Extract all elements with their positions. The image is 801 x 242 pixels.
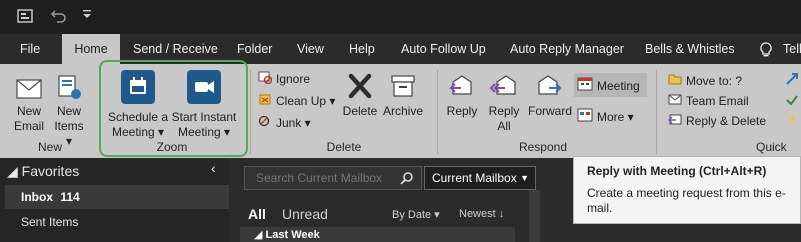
reply-label: Reply bbox=[446, 104, 478, 118]
tab-auto-follow-up[interactable]: Auto Follow Up bbox=[401, 34, 486, 64]
new-items-icon bbox=[58, 75, 81, 99]
junk-label: Junk ▾ bbox=[276, 116, 311, 130]
separator bbox=[250, 70, 251, 154]
tab-view[interactable]: View bbox=[297, 34, 324, 64]
new-email-label-2: Email bbox=[13, 119, 44, 133]
collapse-pane-icon[interactable]: ‹ bbox=[211, 160, 216, 176]
reply-icon bbox=[449, 75, 472, 95]
delete-button[interactable]: Delete bbox=[340, 72, 380, 119]
group-label-zoom: Zoom bbox=[156, 140, 188, 154]
junk-button[interactable]: Junk ▾ bbox=[258, 113, 311, 133]
start-instant-meeting-button[interactable]: Start Instant Meeting ▾ bbox=[170, 70, 238, 140]
video-camera-icon bbox=[187, 70, 221, 104]
reply-all-icon bbox=[489, 75, 516, 95]
reply-all-button[interactable]: Reply All bbox=[486, 72, 522, 134]
meeting-label: Meeting bbox=[597, 79, 640, 94]
schedule-meeting-button[interactable]: Schedule a Meeting ▾ bbox=[105, 70, 171, 140]
reply-delete-icon bbox=[667, 112, 682, 132]
delete-label: Delete bbox=[342, 104, 378, 118]
ignore-button[interactable]: Ignore bbox=[258, 69, 310, 89]
separator bbox=[656, 70, 657, 154]
reply-delete-label: Reply & Delete bbox=[686, 114, 767, 128]
new-email-label-1: New bbox=[16, 104, 41, 118]
tooltip-title: Reply with Meeting (Ctrl+Alt+R) bbox=[587, 164, 767, 178]
new-email-button[interactable]: New Email bbox=[10, 72, 48, 134]
sort-by-dropdown[interactable]: By Date ▾ bbox=[392, 208, 440, 221]
chevron-down-icon: ▼ bbox=[520, 173, 529, 183]
calendar-icon bbox=[121, 70, 155, 104]
tooltip: Reply with Meeting (Ctrl+Alt+R) Create a… bbox=[573, 156, 801, 224]
search-scope-dropdown[interactable]: Current Mailbox ▼ bbox=[424, 166, 536, 190]
group-header-last-week[interactable]: ◢ Last Week bbox=[240, 227, 515, 242]
group-label-respond: Respond bbox=[518, 140, 568, 154]
group-label-delete: Delete bbox=[326, 140, 362, 154]
new-items-button[interactable]: New Items ▾ bbox=[50, 72, 88, 149]
lightbulb-icon[interactable] bbox=[759, 34, 773, 64]
filter-all[interactable]: All bbox=[248, 206, 266, 222]
clean-up-button[interactable]: Clean Up ▾ bbox=[258, 91, 335, 111]
search-icon[interactable] bbox=[400, 171, 414, 188]
filter-unread[interactable]: Unread bbox=[282, 206, 328, 222]
tooltip-body: Create a meeting request from this e-mai… bbox=[587, 186, 786, 215]
inbox-unread-count: 114 bbox=[60, 190, 80, 204]
reply-all-label-1: Reply bbox=[488, 104, 520, 118]
ignore-label: Ignore bbox=[276, 72, 311, 86]
inbox-label: Inbox bbox=[21, 190, 53, 204]
tab-tell-me[interactable]: Tell bbox=[783, 34, 801, 64]
schedule-meeting-label-1: Schedule a bbox=[107, 110, 169, 124]
start-instant-meeting-label-2: Meeting ▾ bbox=[177, 125, 231, 139]
favorites-header[interactable]: ◢ Favorites bbox=[7, 163, 79, 180]
undo-icon[interactable] bbox=[50, 7, 67, 28]
tab-file[interactable]: File bbox=[20, 34, 40, 64]
quick-step-new-icon[interactable] bbox=[785, 113, 799, 130]
forward-button[interactable]: Forward bbox=[526, 72, 574, 119]
reply-all-label-2: All bbox=[497, 119, 511, 133]
forward-label: Forward bbox=[527, 104, 572, 118]
meeting-button[interactable]: Meeting bbox=[577, 76, 640, 96]
forward-icon bbox=[538, 75, 562, 95]
sort-order-toggle[interactable]: Newest ↓ bbox=[459, 208, 504, 220]
group-label-new: New bbox=[37, 140, 62, 154]
folder-icon bbox=[668, 72, 682, 92]
junk-icon bbox=[258, 114, 272, 134]
start-instant-meeting-label-1: Start Instant bbox=[171, 110, 237, 124]
ignore-icon bbox=[258, 70, 273, 90]
quick-step-done-icon[interactable] bbox=[785, 93, 799, 110]
clean-up-label: Clean Up ▾ bbox=[276, 94, 336, 108]
folder-sent-items[interactable]: Sent Items bbox=[21, 215, 78, 229]
schedule-meeting-label-2: Meeting ▾ bbox=[111, 125, 165, 139]
more-icon bbox=[577, 107, 593, 129]
title-bar bbox=[0, 0, 801, 34]
meeting-calendar-icon bbox=[577, 76, 593, 98]
separator bbox=[437, 70, 438, 154]
search-input[interactable] bbox=[245, 167, 395, 189]
outlook-window-icon[interactable] bbox=[16, 7, 34, 30]
folder-inbox[interactable]: Inbox 114 bbox=[21, 190, 80, 204]
more-label: More ▾ bbox=[597, 110, 634, 125]
customize-quick-access-icon[interactable] bbox=[82, 7, 92, 27]
clean-up-icon bbox=[258, 92, 272, 112]
new-items-label-1: New bbox=[56, 104, 81, 118]
archive-label: Archive bbox=[382, 104, 423, 118]
reply-button[interactable]: Reply bbox=[444, 72, 480, 119]
new-email-icon bbox=[16, 79, 42, 99]
quick-step-reply-delete[interactable]: Reply & Delete bbox=[667, 111, 767, 132]
more-respond-button[interactable]: More ▾ bbox=[577, 107, 634, 127]
tab-auto-reply-manager[interactable]: Auto Reply Manager bbox=[510, 34, 624, 64]
move-to-label: Move to: ? bbox=[686, 74, 743, 88]
search-box bbox=[244, 166, 422, 190]
tab-bells-whistles[interactable]: Bells & Whistles bbox=[645, 34, 735, 64]
tab-help[interactable]: Help bbox=[349, 34, 375, 64]
message-list-scrollbar[interactable] bbox=[529, 190, 540, 242]
archive-icon bbox=[391, 75, 415, 97]
archive-button[interactable]: Archive bbox=[381, 72, 425, 119]
team-email-label: Team Email bbox=[686, 94, 749, 108]
search-scope-label: Current Mailbox bbox=[432, 171, 517, 185]
group-header-label: ◢ Last Week bbox=[254, 229, 320, 241]
team-email-icon bbox=[668, 92, 682, 112]
quick-step-move-to[interactable]: Move to: ? bbox=[668, 71, 742, 91]
delete-icon bbox=[348, 73, 372, 99]
quick-step-to-manager-icon[interactable] bbox=[785, 72, 799, 89]
quick-step-team-email[interactable]: Team Email bbox=[668, 91, 749, 111]
